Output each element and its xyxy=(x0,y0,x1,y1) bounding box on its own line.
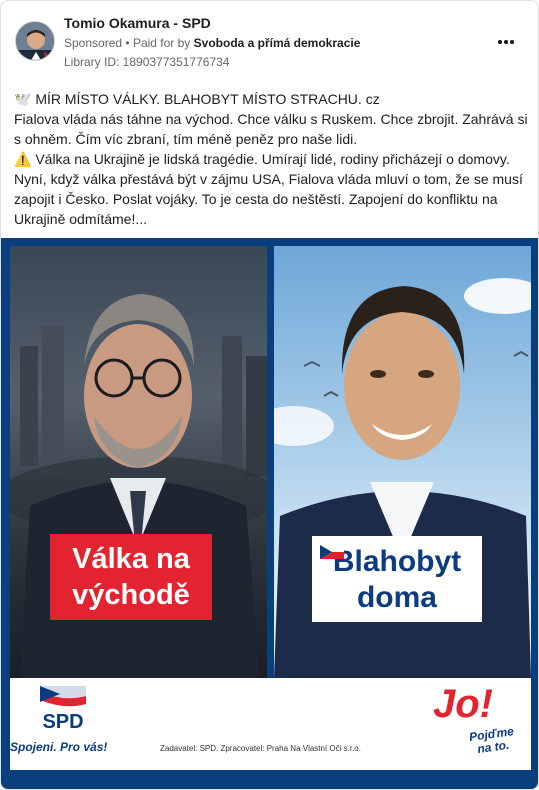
right-slogan-label: Blahobyt doma xyxy=(312,536,482,622)
post-line: s ohněm. Čím víc zbraní, tím méně peněz … xyxy=(14,131,358,147)
sponsored-label: Sponsored xyxy=(64,36,123,50)
paid-for-label: Paid for by xyxy=(132,36,191,50)
post-text: 🕊️ MÍR MÍSTO VÁLKY. BLAHOBYT MÍSTO STRAC… xyxy=(14,89,528,229)
page-name-link[interactable]: Tomio Okamura - SPD xyxy=(64,15,211,31)
post-line: zapojit i Česko. Poslat vojáky. To je ce… xyxy=(14,191,498,207)
czech-flag-icon xyxy=(320,545,344,559)
jo-logo-tagline: Pojďme na to. xyxy=(468,724,517,757)
page-avatar[interactable] xyxy=(15,21,55,61)
ad-creative-image[interactable]: Válka na východě Blahobyt doma SPD Spoje… xyxy=(1,238,538,789)
more-horizontal-icon xyxy=(498,40,502,44)
left-slogan-line2: východě xyxy=(72,579,190,611)
post-line: ⚠️ Válka na Ukrajině je lidská tragédie.… xyxy=(14,151,510,167)
left-panel: Válka na východě xyxy=(10,246,267,678)
spd-logo-text: SPD xyxy=(42,711,83,730)
creative-footer: SPD Spojeni. Pro vás! Zadavatel: SPD. Zp… xyxy=(10,678,531,770)
spd-logo: SPD xyxy=(40,686,86,730)
library-id: Library ID: 1890377351776734 xyxy=(64,55,230,69)
left-slogan-label: Válka na východě xyxy=(50,534,212,620)
left-slogan-line1: Válka na xyxy=(72,543,190,575)
post-line: 🕊️ MÍR MÍSTO VÁLKY. BLAHOBYT MÍSTO STRAC… xyxy=(14,91,380,107)
post-header: Tomio Okamura - SPD Sponsored • Paid for… xyxy=(1,1,538,77)
sponsored-line: Sponsored • Paid for by Svoboda a přímá … xyxy=(64,36,360,50)
right-panel: Blahobyt doma xyxy=(274,246,531,678)
more-options-button[interactable] xyxy=(496,31,516,51)
post-line: Fialova vláda nás táhne na východ. Chce … xyxy=(14,111,528,127)
ad-card: Tomio Okamura - SPD Sponsored • Paid for… xyxy=(0,0,539,790)
payer-name: Svoboda a přímá demokracie xyxy=(193,36,361,50)
separator-dot: • xyxy=(125,36,130,50)
post-line[interactable]: Ukrajině odmítáme!... xyxy=(14,209,528,229)
spd-slogan: Spojeni. Pro vás! xyxy=(10,740,108,754)
ad-imprint: Zadavatel: SPD. Zpracovatel: Praha Na Vl… xyxy=(160,744,361,753)
post-line: Nyní, když válka přestává být v zájmu US… xyxy=(14,171,523,187)
right-slogan-line2: doma xyxy=(356,581,437,614)
jo-logo-text: Jo! xyxy=(433,682,493,726)
